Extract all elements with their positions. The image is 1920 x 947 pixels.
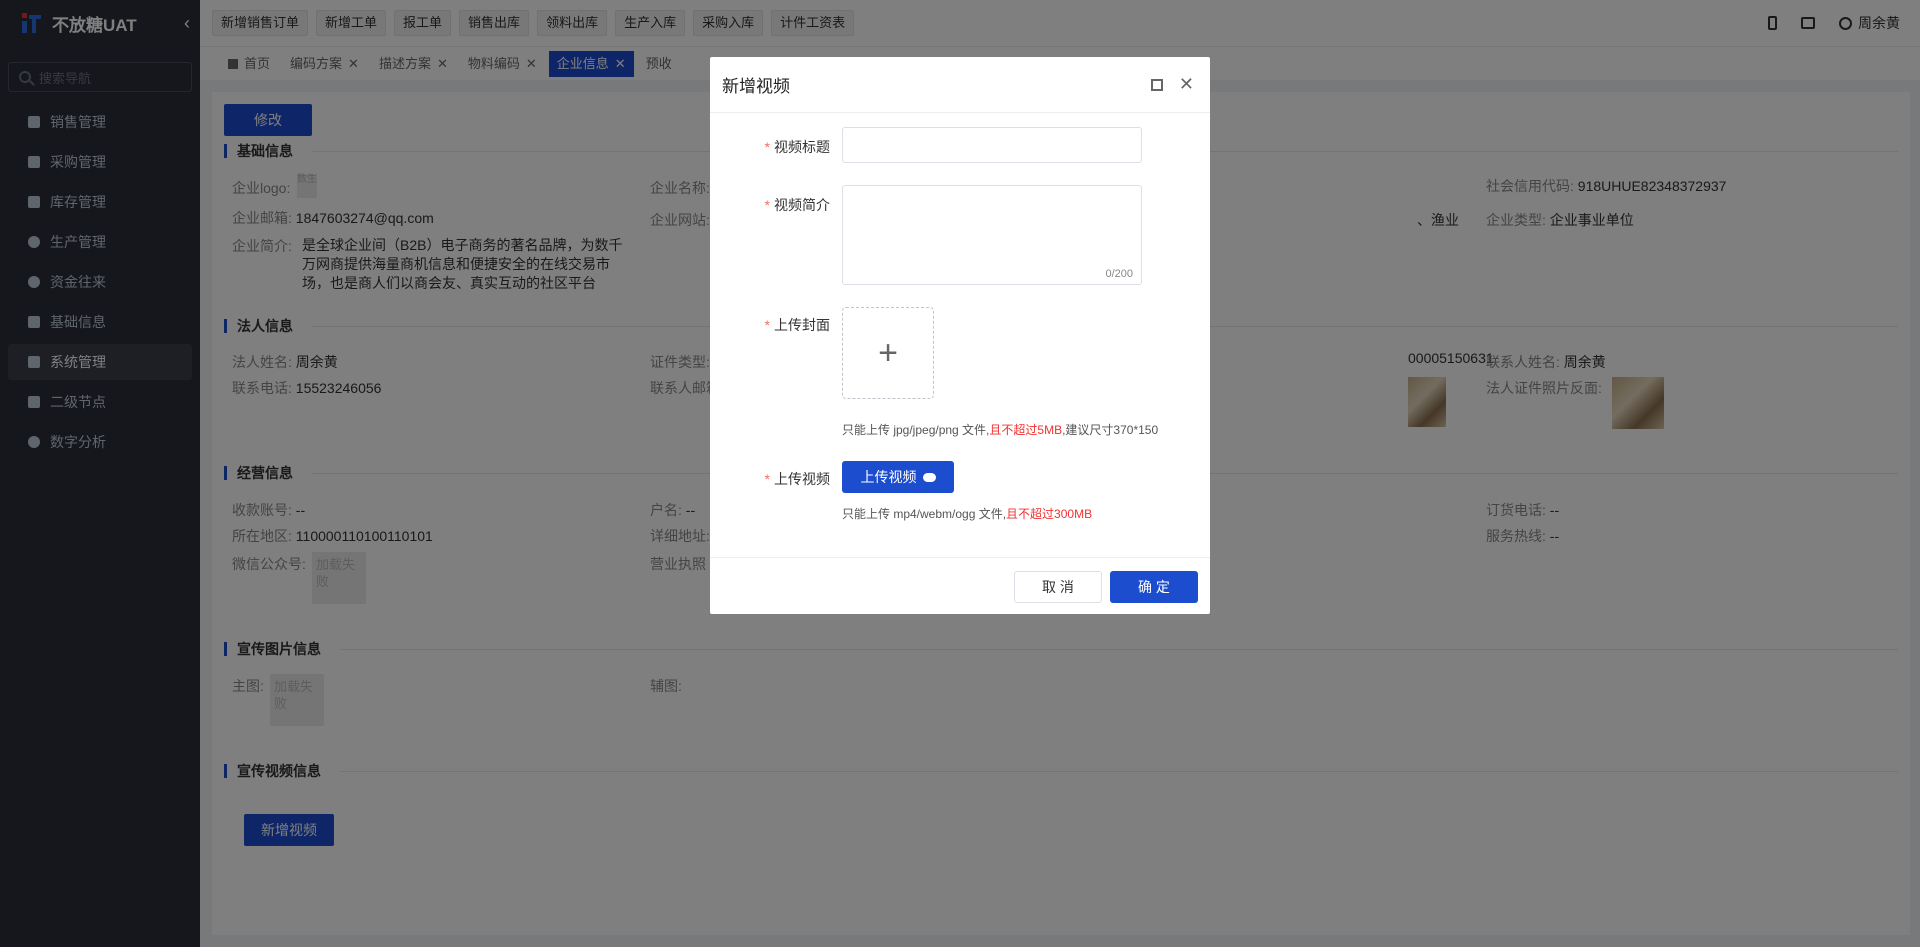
cover-hint: 只能上传 jpg/jpeg/png 文件,且不超过5MB,建议尺寸370*150	[842, 421, 1158, 438]
dialog-actions: ✕	[1150, 74, 1210, 95]
form-label-text: 视频简介	[774, 197, 830, 213]
cover-upload-box[interactable]: +	[842, 307, 934, 399]
video-intro-textarea[interactable]: 0/200	[842, 185, 1142, 285]
required-mark: *	[764, 139, 770, 155]
form-label-text: 上传视频	[774, 471, 830, 487]
required-mark: *	[764, 317, 770, 333]
video-intro-label: * 视频简介	[710, 195, 830, 215]
video-upload-label: * 上传视频	[710, 469, 830, 489]
required-mark: *	[764, 197, 770, 213]
form-label-text: 视频标题	[774, 139, 830, 155]
char-counter: 0/200	[1105, 268, 1133, 280]
form-label-text: 上传封面	[774, 317, 830, 333]
dialog-header: 新增视频 ✕	[710, 57, 1210, 113]
cover-label: * 上传封面	[710, 315, 830, 335]
video-hint: 只能上传 mp4/webm/ogg 文件,且不超过300MB	[842, 505, 1092, 522]
hint-text: 只能上传 jpg/jpeg/png 文件,	[842, 423, 990, 437]
hint-text: 只能上传 mp4/webm/ogg 文件,	[842, 507, 1007, 521]
hint-text: ,建议尺寸370*150	[1062, 423, 1159, 437]
button-label: 上传视频	[860, 469, 917, 485]
video-title-input[interactable]	[842, 127, 1142, 163]
close-icon[interactable]: ✕	[1179, 74, 1194, 95]
required-mark: *	[764, 471, 770, 487]
dialog-title: 新增视频	[722, 77, 790, 96]
upload-video-button[interactable]: 上传视频	[842, 461, 954, 493]
add-video-dialog: 新增视频 ✕ * 视频标题 * 视频简介 0/200 * 上传封面 + 只能上传 jp…	[710, 57, 1210, 614]
hint-warning: 且不超过300MB	[1006, 507, 1093, 521]
cloud-upload-icon	[922, 473, 936, 482]
confirm-button[interactable]: 确 定	[1110, 571, 1198, 603]
hint-warning: 且不超过5MB	[989, 423, 1063, 437]
dialog-footer: 取 消 确 定	[710, 557, 1210, 614]
fullscreen-icon[interactable]	[1150, 78, 1163, 91]
video-title-label: * 视频标题	[710, 137, 830, 157]
plus-icon: +	[878, 333, 898, 372]
cancel-button[interactable]: 取 消	[1014, 571, 1102, 603]
